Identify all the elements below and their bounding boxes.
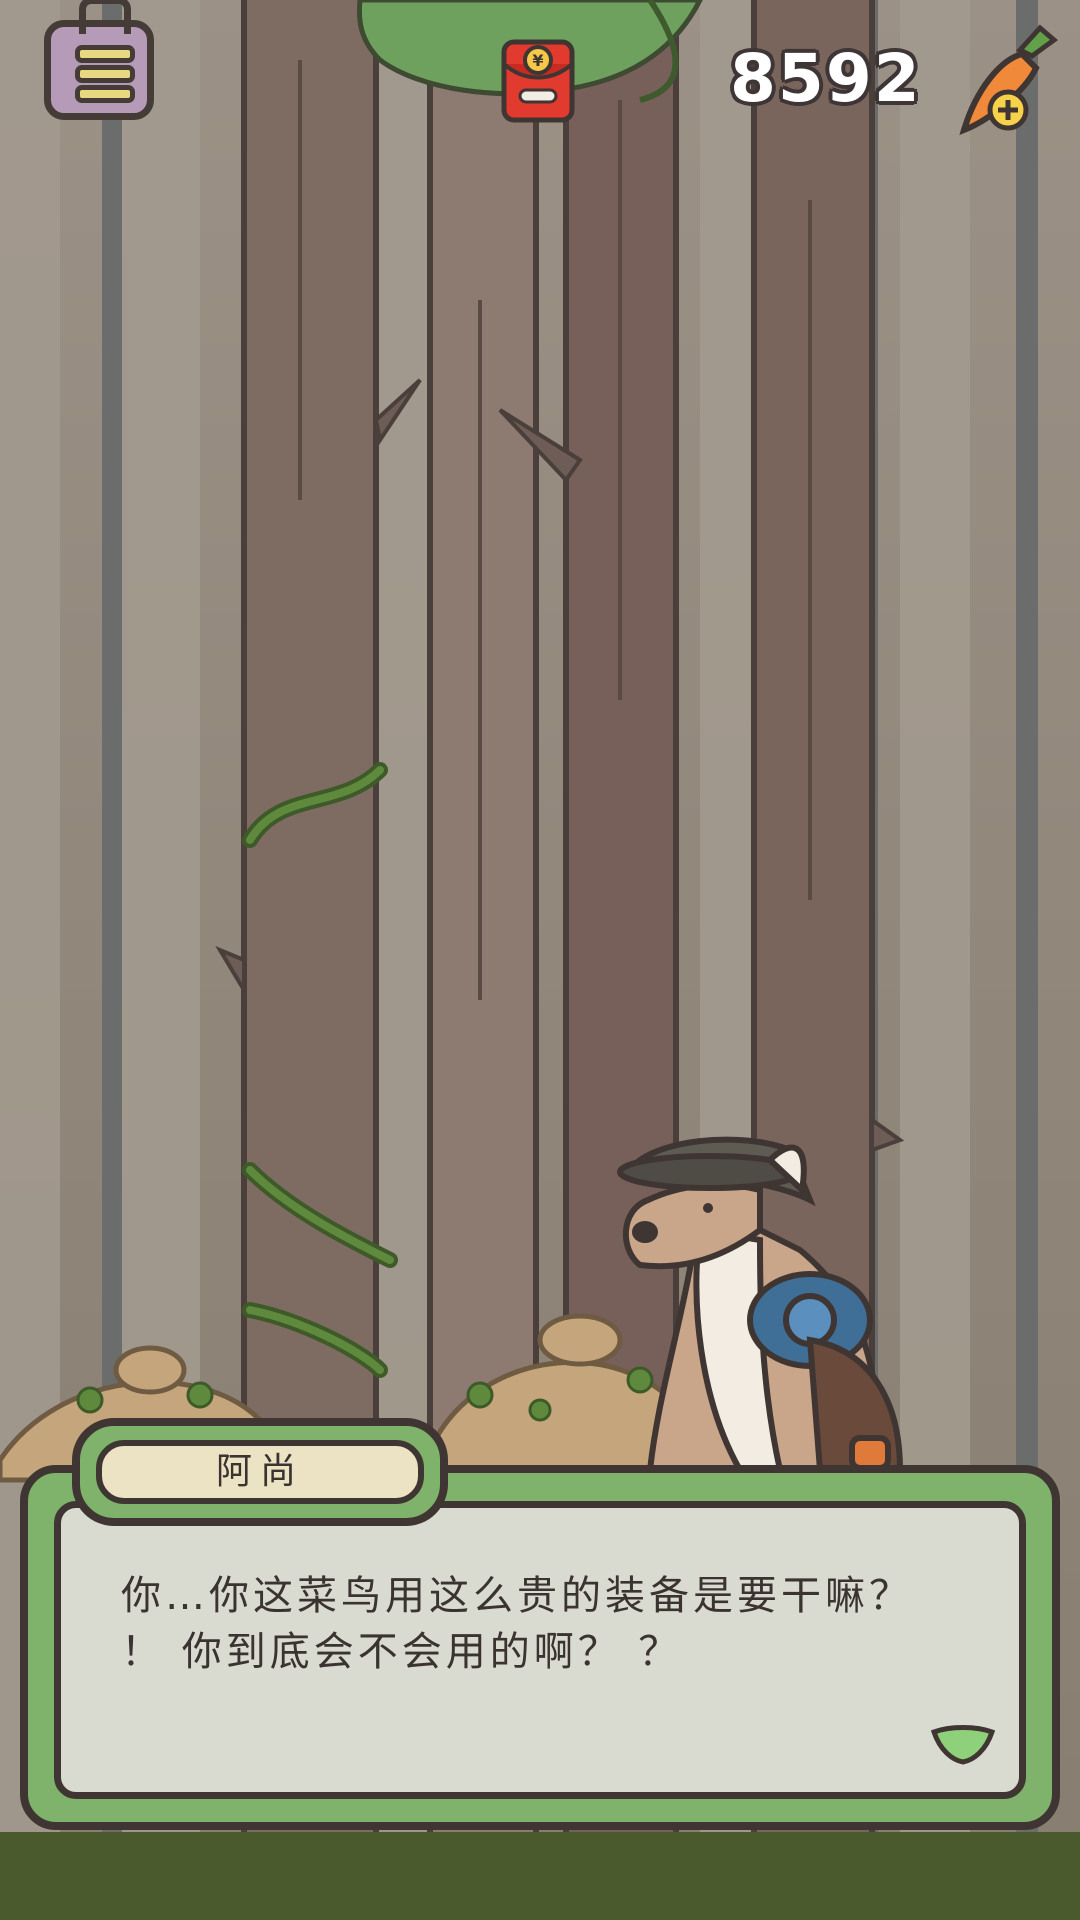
next-arrow-icon[interactable] bbox=[930, 1724, 996, 1766]
menu-icon-line bbox=[75, 45, 135, 63]
menu-hanger bbox=[79, 0, 131, 34]
red-envelope-icon[interactable]: ¥ bbox=[494, 38, 582, 124]
dialog-panel: 你…你这菜鸟用这么贵的装备是要干嘛？ ！ 你到底会不会用的啊？ ？ bbox=[54, 1501, 1026, 1799]
speaker-name: 阿尚 bbox=[215, 1451, 304, 1492]
speaker-tab: 阿尚 bbox=[72, 1418, 448, 1526]
carrot-count: 8592 bbox=[730, 40, 922, 117]
speaker-name-plate: 阿尚 bbox=[96, 1440, 424, 1504]
top-hud: ¥ 8592 bbox=[0, 0, 1080, 160]
carrot-plus-icon[interactable] bbox=[950, 20, 1060, 140]
menu-icon-line bbox=[75, 65, 135, 83]
menu-button[interactable] bbox=[44, 0, 154, 120]
yuan-symbol: ¥ bbox=[532, 51, 543, 70]
ground bbox=[0, 1832, 1080, 1920]
menu-icon-line bbox=[75, 85, 135, 103]
dialog-text: 你…你这菜鸟用这么贵的装备是要干嘛？ ！ 你到底会不会用的啊？ ？ bbox=[121, 1573, 913, 1675]
